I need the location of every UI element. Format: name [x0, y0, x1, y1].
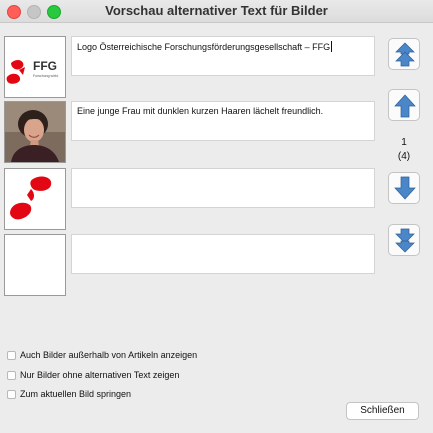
current-image-index: 1: [401, 137, 407, 148]
alt-text-value: Eine junge Frau mit dunklen kurzen Haare…: [77, 106, 324, 116]
thumbnail-ffg-logo[interactable]: FFG Forschung wirkt.: [4, 36, 66, 98]
alt-text-field-4[interactable]: [71, 234, 375, 274]
alt-text-field-1[interactable]: Logo Österreichische Forschungsförderung…: [71, 36, 375, 76]
logo-text: FFG: [33, 59, 57, 73]
thumbnail-portrait[interactable]: [4, 101, 66, 163]
title-bar: Vorschau alternativer Text für Bilder: [0, 0, 433, 23]
alt-text-value: Logo Österreichische Forschungsförderung…: [77, 42, 331, 52]
checkbox[interactable]: [7, 371, 16, 380]
option-label: Nur Bilder ohne alternativen Text zeigen: [20, 370, 180, 380]
checkbox[interactable]: [7, 390, 16, 399]
arrow-up-icon: [394, 94, 416, 118]
double-arrow-down-icon: [395, 228, 415, 253]
alt-text-field-2[interactable]: Eine junge Frau mit dunklen kurzen Haare…: [71, 101, 375, 141]
logo-subtext: Forschung wirkt.: [33, 74, 59, 78]
text-cursor: [331, 41, 333, 52]
first-image-button[interactable]: [388, 38, 420, 70]
close-button[interactable]: Schließen: [346, 402, 419, 420]
thumbnail-ffg-mark[interactable]: [4, 168, 66, 230]
option-label: Zum aktuellen Bild springen: [20, 389, 132, 399]
window-title: Vorschau alternativer Text für Bilder: [105, 3, 328, 18]
last-image-button[interactable]: [388, 224, 420, 256]
checkbox[interactable]: [7, 351, 16, 360]
ffg-logo-image: FFG Forschung wirkt.: [5, 37, 65, 97]
alt-text-field-3[interactable]: [71, 168, 375, 208]
option-label: Auch Bilder außerhalb von Artikeln anzei…: [20, 350, 198, 360]
thumbnail-blank[interactable]: [4, 234, 66, 296]
previous-image-button[interactable]: [388, 89, 420, 121]
next-image-button[interactable]: [388, 172, 420, 204]
dialog-window: Vorschau alternativer Text für Bilder FF…: [0, 0, 433, 433]
portrait-photo-image: [5, 102, 65, 162]
image-total-count: (4): [397, 151, 411, 162]
ffg-logo-mark-image: [5, 169, 65, 229]
double-arrow-up-icon: [395, 42, 415, 67]
arrow-down-icon: [394, 176, 416, 200]
